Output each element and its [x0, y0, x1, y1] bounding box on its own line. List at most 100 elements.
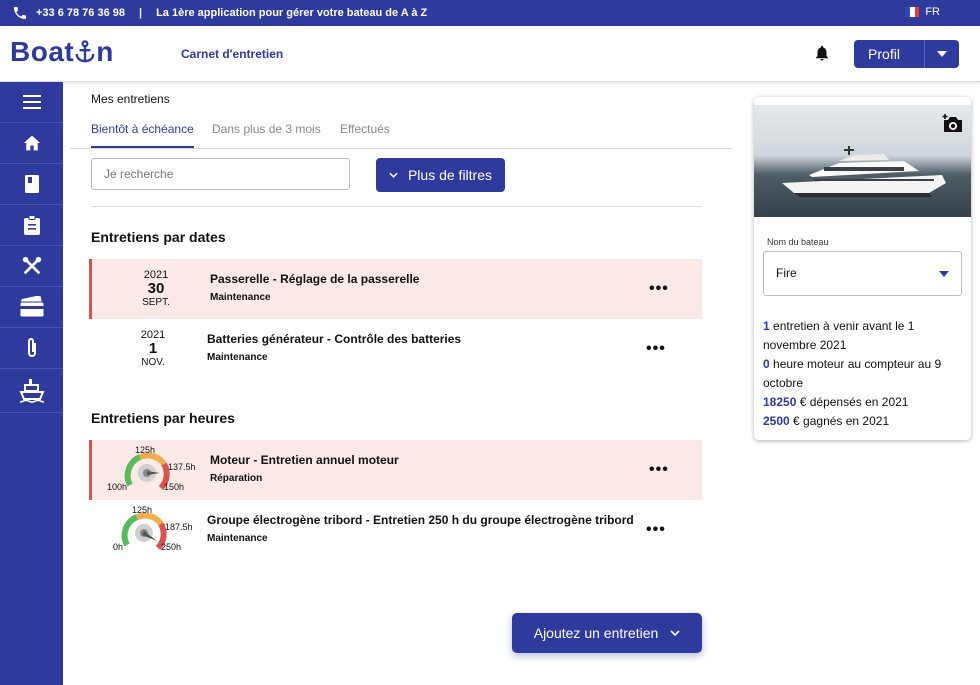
boat-name-select[interactable]: Fire [763, 251, 962, 296]
stat-text: € gagnés en 2021 [789, 414, 890, 428]
sidebar [0, 82, 63, 685]
more-filters-label: Plus de filtres [407, 167, 493, 183]
anchor-icon [75, 40, 95, 63]
stat-text: heure moteur au compteur au 9 octobre [763, 357, 942, 390]
maintenance-category: Réparation [210, 473, 263, 484]
boat-name-label: Nom du bateau [767, 237, 829, 247]
tools-icon [22, 256, 41, 275]
date-day: 30 [147, 280, 165, 297]
stat-engine-hours: 0 heure moteur au compteur au 9 octobre [763, 355, 963, 393]
maintenance-title: Batteries générateur - Contrôle des batt… [207, 332, 462, 346]
sidebar-item-documents[interactable] [0, 328, 63, 369]
tabs: Bientôt à échéance Dans plus de 3 mois E… [70, 115, 732, 149]
stat-value: 18250 [763, 395, 797, 409]
add-photo-camera-icon[interactable] [942, 114, 964, 139]
top-info-bar: +33 6 78 76 36 98 | La 1ère application … [0, 0, 980, 26]
stat-text: entretien à venir avant le 1 novembre 20… [763, 319, 915, 352]
caret-down-icon [939, 271, 949, 277]
add-maintenance-label: Ajoutez un entretien [533, 625, 659, 641]
language-code: FR [925, 6, 940, 18]
more-options-icon[interactable]: ••• [649, 280, 669, 298]
maintenance-title: Passerelle - Réglage de la passerelle [210, 272, 420, 286]
hamburger-icon [22, 95, 41, 109]
gauge-label-top: 125h [135, 445, 156, 455]
more-options-icon[interactable]: ••• [649, 461, 669, 479]
gauge-label-bottom: 250h [161, 542, 182, 552]
stat-text: € dépensés en 2021 [796, 395, 909, 409]
book-icon [24, 175, 39, 193]
divider [91, 206, 702, 207]
phone-contact[interactable]: +33 6 78 76 36 98 [12, 5, 125, 21]
maintenance-row[interactable]: 125h 187.5h 0h 250h Groupe électrogène t… [89, 500, 702, 560]
page-title: Mes entretiens [91, 92, 170, 106]
nav-carnet-entretien[interactable]: Carnet d'entretien [181, 47, 283, 61]
maintenance-detail: Entretien annuel moteur [260, 453, 399, 467]
tab-effectues[interactable]: Effectués [340, 122, 390, 136]
active-tab-indicator [91, 146, 194, 148]
tagline: La 1ère application pour gérer votre bat… [156, 7, 428, 19]
phone-number: +33 6 78 76 36 98 [36, 7, 125, 19]
home-icon [23, 135, 40, 151]
gauge-label-right: 137.5h [168, 462, 196, 472]
menu-toggle[interactable] [0, 82, 63, 123]
maintenance-row[interactable]: 2021 1 NOV. Batteries générateur - Contr… [89, 319, 702, 379]
language-selector[interactable]: FR [905, 6, 940, 18]
stat-value: 0 [763, 357, 770, 371]
date-day: 1 [148, 340, 158, 357]
gauge-label-top: 125h [132, 505, 153, 515]
due-date: 2021 1 NOV. [127, 329, 179, 369]
sidebar-item-home[interactable] [0, 123, 63, 164]
stat-value: 2500 [763, 414, 790, 428]
maintenance-item: Batteries générateur [207, 332, 324, 346]
maintenance-row[interactable]: 125h 137.5h 100h 150h Moteur - Entretien… [89, 440, 702, 500]
gauge-label-bottom: 150h [164, 482, 185, 492]
more-options-icon[interactable]: ••• [646, 521, 666, 539]
gauge-label-right: 187.5h [165, 522, 193, 532]
phone-icon [14, 7, 26, 19]
sidebar-item-maintenance[interactable] [0, 246, 63, 287]
boat-icon [18, 378, 45, 403]
chevron-down-icon [389, 172, 398, 178]
stat-upcoming: 1 entretien à venir avant le 1 novembre … [763, 317, 963, 355]
sidebar-item-expenses[interactable] [0, 287, 63, 328]
notifications-bell-icon[interactable] [813, 43, 831, 68]
section-title-dates: Entretiens par dates [91, 229, 226, 245]
profile-label: Profil [868, 46, 900, 62]
maintenance-category: Maintenance [210, 292, 271, 303]
sidebar-item-logbook[interactable] [0, 164, 63, 205]
maintenance-detail: Contrôle des batteries [334, 332, 462, 346]
maintenance-detail: Entretien 250 h du groupe électrogène tr… [373, 513, 634, 527]
boat-photo [754, 105, 971, 217]
yacht-image [782, 146, 946, 197]
chevron-down-icon[interactable] [925, 51, 959, 57]
boat-stats: 1 entretien à venir avant le 1 novembre … [763, 317, 963, 431]
gauge-label-left: 100h [107, 482, 128, 492]
divider: | [139, 7, 143, 19]
more-options-icon[interactable]: ••• [646, 340, 666, 358]
maintenance-title: Groupe électrogène tribord - Entretien 2… [207, 513, 634, 527]
sidebar-item-boat[interactable] [0, 369, 63, 413]
france-flag-icon [905, 7, 920, 17]
boaton-logo[interactable]: Boat n [10, 36, 114, 68]
maintenance-category: Maintenance [207, 352, 268, 363]
tab-plus-3-mois[interactable]: Dans plus de 3 mois [212, 122, 321, 136]
stat-earned: 2500 € gagnés en 2021 [763, 412, 963, 431]
tab-bientot[interactable]: Bientôt à échéance [91, 122, 194, 136]
more-filters-button[interactable]: Plus de filtres [376, 158, 505, 192]
profile-button[interactable]: Profil [854, 40, 959, 68]
credit-card-icon [19, 296, 44, 318]
maintenance-item: Groupe électrogène tribord [207, 513, 363, 527]
stat-value: 1 [763, 319, 770, 333]
sidebar-item-tasks[interactable] [0, 205, 63, 246]
maintenance-category: Maintenance [207, 533, 268, 544]
clipboard-icon [23, 215, 40, 235]
maintenance-row[interactable]: 2021 30 SEPT. Passerelle - Réglage de la… [89, 259, 702, 319]
add-maintenance-button[interactable]: Ajoutez un entretien [512, 613, 702, 653]
maintenance-title: Moteur - Entretien annuel moteur [210, 453, 399, 467]
search-input[interactable] [91, 158, 350, 190]
maintenance-item: Moteur [210, 453, 250, 467]
date-month: SEPT. [142, 297, 170, 308]
stat-spent: 18250 € dépensés en 2021 [763, 393, 963, 412]
maintenance-detail: Réglage de la passerelle [280, 272, 420, 286]
app-header: Boat n Carnet d'entretien Profil [0, 26, 980, 82]
